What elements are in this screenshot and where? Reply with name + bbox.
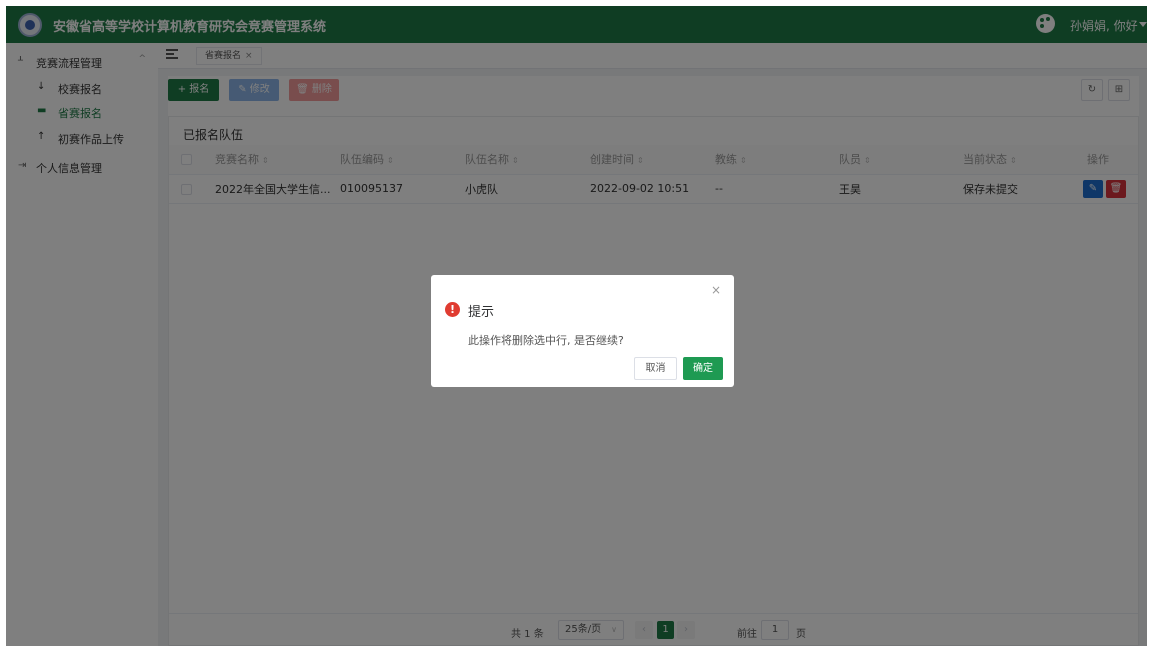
- confirm-dialog: × ! 提示 此操作将删除选中行, 是否继续? 取消 确定: [431, 275, 734, 387]
- cancel-button[interactable]: 取消: [634, 357, 677, 380]
- close-icon[interactable]: ×: [711, 283, 721, 297]
- dialog-message: 此操作将删除选中行, 是否继续?: [468, 334, 624, 347]
- warning-icon: !: [445, 302, 460, 317]
- app-frame: 安徽省高等学校计算机教育研究会竞赛管理系统 孙娟娟, 你好 ᚆ 竞赛流程管理 ^…: [6, 6, 1147, 646]
- confirm-button[interactable]: 确定: [683, 357, 723, 380]
- dialog-title: 提示: [468, 305, 495, 320]
